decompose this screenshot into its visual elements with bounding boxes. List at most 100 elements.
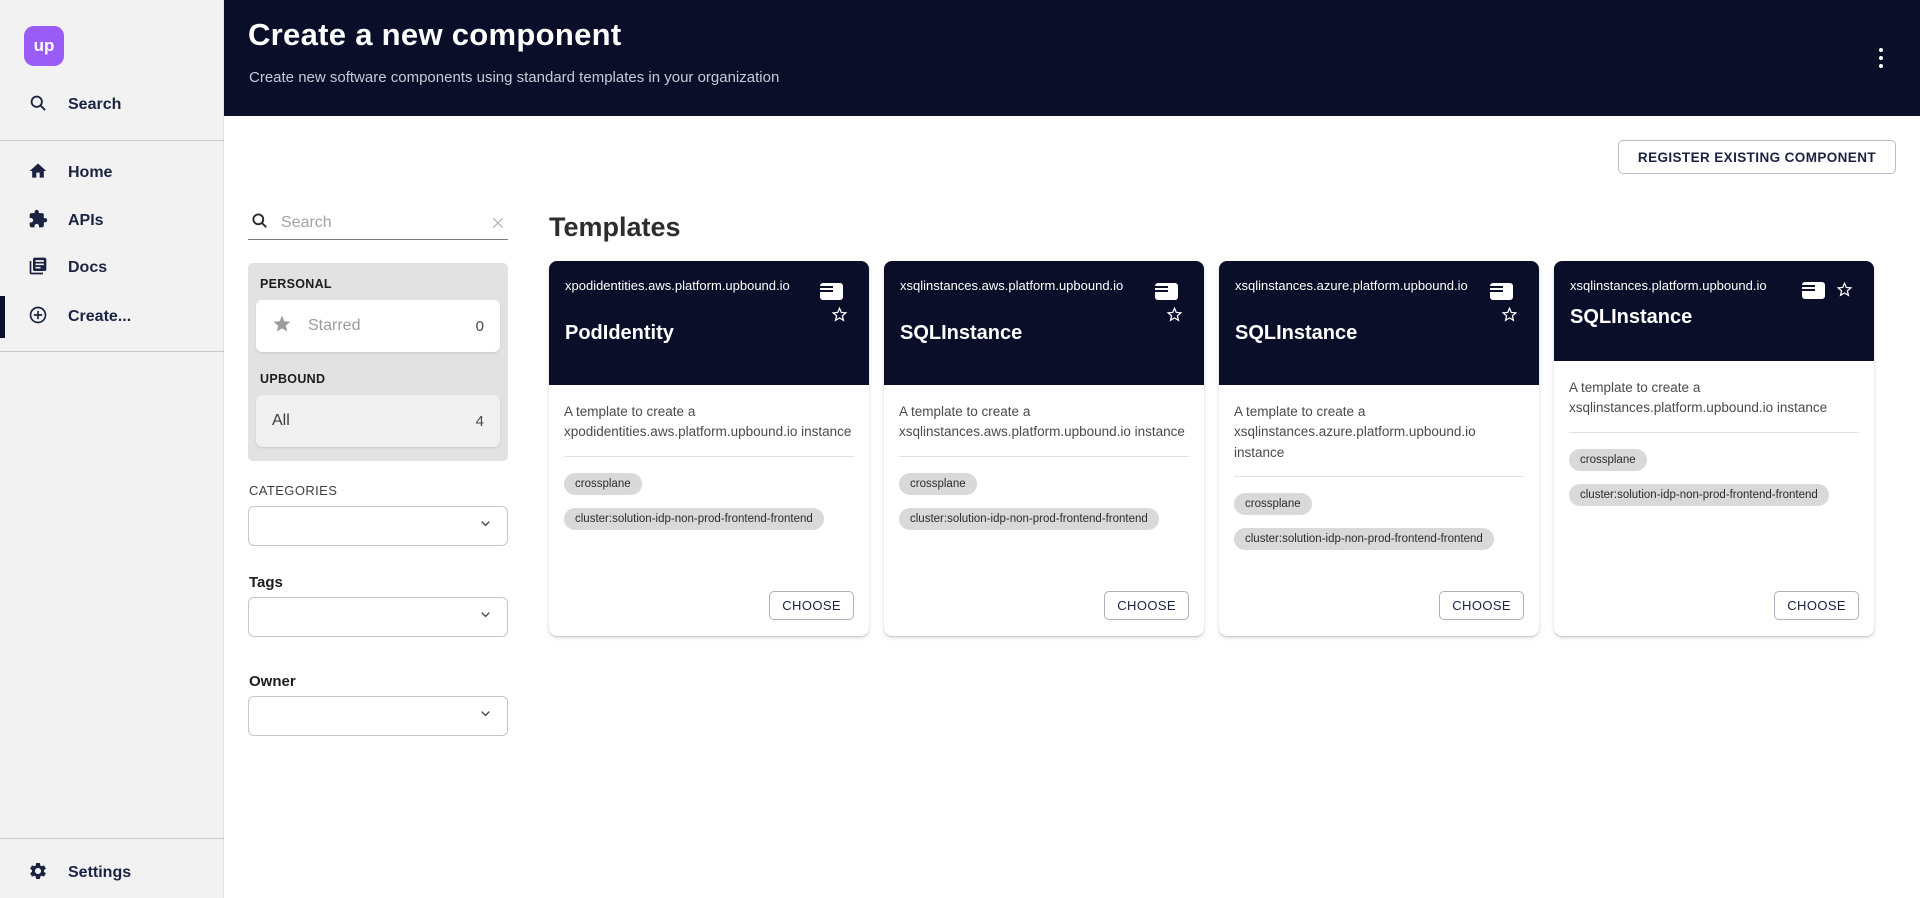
template-description: A template to create a xpodidentities.aw…: [564, 402, 854, 443]
templates-section: Templates xpodidentities.aws.platform.up…: [549, 212, 1874, 636]
page-header: Create a new component Create new softwa…: [224, 0, 1920, 116]
choose-button[interactable]: CHOOSE: [769, 591, 854, 620]
tag-chip[interactable]: crossplane: [1569, 449, 1647, 471]
sidebar-item-label: Docs: [68, 259, 107, 277]
chevron-down-icon: [478, 607, 493, 627]
template-card-body: A template to create a xsqlinstances.azu…: [1219, 385, 1539, 636]
gear-icon: [28, 861, 48, 886]
sidebar-divider: [0, 140, 224, 141]
star-outline-icon[interactable]: [1500, 305, 1519, 324]
sidebar-item-label: APIs: [68, 212, 104, 230]
template-tags: crossplane cluster:solution-idp-non-prod…: [1569, 449, 1859, 506]
owner-label: Owner: [249, 673, 508, 690]
search-input[interactable]: [281, 214, 461, 232]
docs-icon: [28, 256, 48, 281]
sidebar-item-apis[interactable]: APIs: [0, 199, 224, 243]
all-count: 4: [476, 413, 484, 430]
template-description: A template to create a xsqlinstances.azu…: [1234, 402, 1524, 463]
star-outline-icon[interactable]: [1165, 305, 1184, 324]
active-item-indicator: [0, 296, 5, 338]
sidebar-item-home[interactable]: Home: [0, 151, 224, 195]
tag-chip[interactable]: cluster:solution-idp-non-prod-frontend-f…: [1569, 484, 1829, 506]
template-card-body: A template to create a xsqlinstances.pla…: [1554, 361, 1874, 636]
template-card-header: xsqlinstances.azure.platform.upbound.io …: [1219, 261, 1539, 385]
template-card: xsqlinstances.azure.platform.upbound.io …: [1219, 261, 1539, 636]
card-divider: [564, 456, 854, 457]
star-outline-icon[interactable]: [830, 305, 849, 324]
template-card: xpodidentities.aws.platform.upbound.io P…: [549, 261, 869, 636]
tag-chip[interactable]: crossplane: [564, 473, 642, 495]
owner-select[interactable]: [248, 696, 508, 736]
sidebar: up Search Home APIs Doc: [0, 0, 224, 898]
template-kind-caption: xpodidentities.aws.platform.upbound.io: [565, 277, 853, 294]
all-filter-row[interactable]: All 4: [256, 395, 500, 447]
sidebar-item-settings[interactable]: Settings: [0, 851, 224, 895]
sidebar-item-create[interactable]: Create...: [0, 295, 224, 339]
template-card: xsqlinstances.aws.platform.upbound.io SQ…: [884, 261, 1204, 636]
sidebar-item-search[interactable]: Search: [0, 83, 224, 127]
choose-button[interactable]: CHOOSE: [1774, 591, 1859, 620]
card-divider: [899, 456, 1189, 457]
tags-label: Tags: [249, 574, 508, 591]
main-content: REGISTER EXISTING COMPONENT PERSONAL: [224, 116, 1920, 898]
choose-button[interactable]: CHOOSE: [1104, 591, 1189, 620]
template-tags: crossplane cluster:solution-idp-non-prod…: [899, 473, 1189, 530]
template-tags: crossplane cluster:solution-idp-non-prod…: [1234, 493, 1524, 550]
sidebar-item-label: Search: [68, 96, 121, 114]
starred-count: 0: [476, 318, 484, 335]
template-badge-icon: [1802, 282, 1825, 299]
all-label: All: [272, 412, 290, 430]
sidebar-item-docs[interactable]: Docs: [0, 246, 224, 290]
template-description: A template to create a xsqlinstances.aws…: [899, 402, 1189, 443]
template-title: SQLInstance: [900, 322, 1188, 345]
clear-search-icon[interactable]: [490, 215, 506, 231]
templates-heading: Templates: [549, 212, 1874, 243]
sidebar-divider: [0, 351, 224, 352]
star-icon: [272, 314, 292, 339]
template-title: SQLInstance: [1570, 306, 1858, 329]
template-badge-icon: [820, 283, 843, 300]
register-existing-component-button[interactable]: REGISTER EXISTING COMPONENT: [1618, 140, 1896, 174]
template-card: xsqlinstances.platform.upbound.io SQLIns…: [1554, 261, 1874, 636]
template-card-header: xpodidentities.aws.platform.upbound.io P…: [549, 261, 869, 385]
sidebar-item-label: Home: [68, 164, 112, 182]
template-tags: crossplane cluster:solution-idp-non-prod…: [564, 473, 854, 530]
template-card-header: xsqlinstances.aws.platform.upbound.io SQ…: [884, 261, 1204, 385]
tag-chip[interactable]: crossplane: [899, 473, 977, 495]
template-badge-icon: [1155, 283, 1178, 300]
tag-chip[interactable]: cluster:solution-idp-non-prod-frontend-f…: [1234, 528, 1494, 550]
sidebar-item-label: Create...: [68, 308, 131, 326]
template-card-header: xsqlinstances.platform.upbound.io SQLIns…: [1554, 261, 1874, 361]
chevron-down-icon: [478, 516, 493, 536]
chevron-down-icon: [478, 706, 493, 726]
template-kind-caption: xsqlinstances.azure.platform.upbound.io: [1235, 277, 1523, 294]
tags-select[interactable]: [248, 597, 508, 637]
template-kind-caption: xsqlinstances.aws.platform.upbound.io: [900, 277, 1188, 294]
tag-chip[interactable]: cluster:solution-idp-non-prod-frontend-f…: [899, 508, 1159, 530]
template-card-body: A template to create a xsqlinstances.aws…: [884, 385, 1204, 636]
puzzle-icon: [28, 209, 48, 234]
template-badge-icon: [1490, 283, 1513, 300]
tag-chip[interactable]: cluster:solution-idp-non-prod-frontend-f…: [564, 508, 824, 530]
home-icon: [28, 161, 48, 186]
page-subtitle: Create new software components using sta…: [249, 69, 779, 86]
tag-chip[interactable]: crossplane: [1234, 493, 1312, 515]
star-outline-icon[interactable]: [1835, 280, 1854, 299]
card-divider: [1234, 476, 1524, 477]
template-cards-grid: xpodidentities.aws.platform.upbound.io P…: [549, 261, 1874, 636]
template-title: PodIdentity: [565, 322, 853, 345]
upbound-logo[interactable]: up: [24, 26, 64, 66]
starred-label: Starred: [308, 317, 360, 335]
starred-filter-row[interactable]: Starred 0: [256, 300, 500, 352]
kebab-menu-icon[interactable]: [1868, 44, 1894, 72]
choose-button[interactable]: CHOOSE: [1439, 591, 1524, 620]
filters-panel: PERSONAL Starred 0 UPBOUND All 4 CATEGOR…: [248, 206, 508, 736]
search-icon: [28, 93, 48, 118]
page-title: Create a new component: [248, 17, 622, 53]
sidebar-item-label: Settings: [68, 864, 131, 882]
upbound-section-label: UPBOUND: [260, 372, 500, 386]
template-description: A template to create a xsqlinstances.pla…: [1569, 378, 1859, 419]
categories-select[interactable]: [248, 506, 508, 546]
template-search-field[interactable]: [248, 206, 508, 240]
personal-section-label: PERSONAL: [260, 277, 500, 291]
